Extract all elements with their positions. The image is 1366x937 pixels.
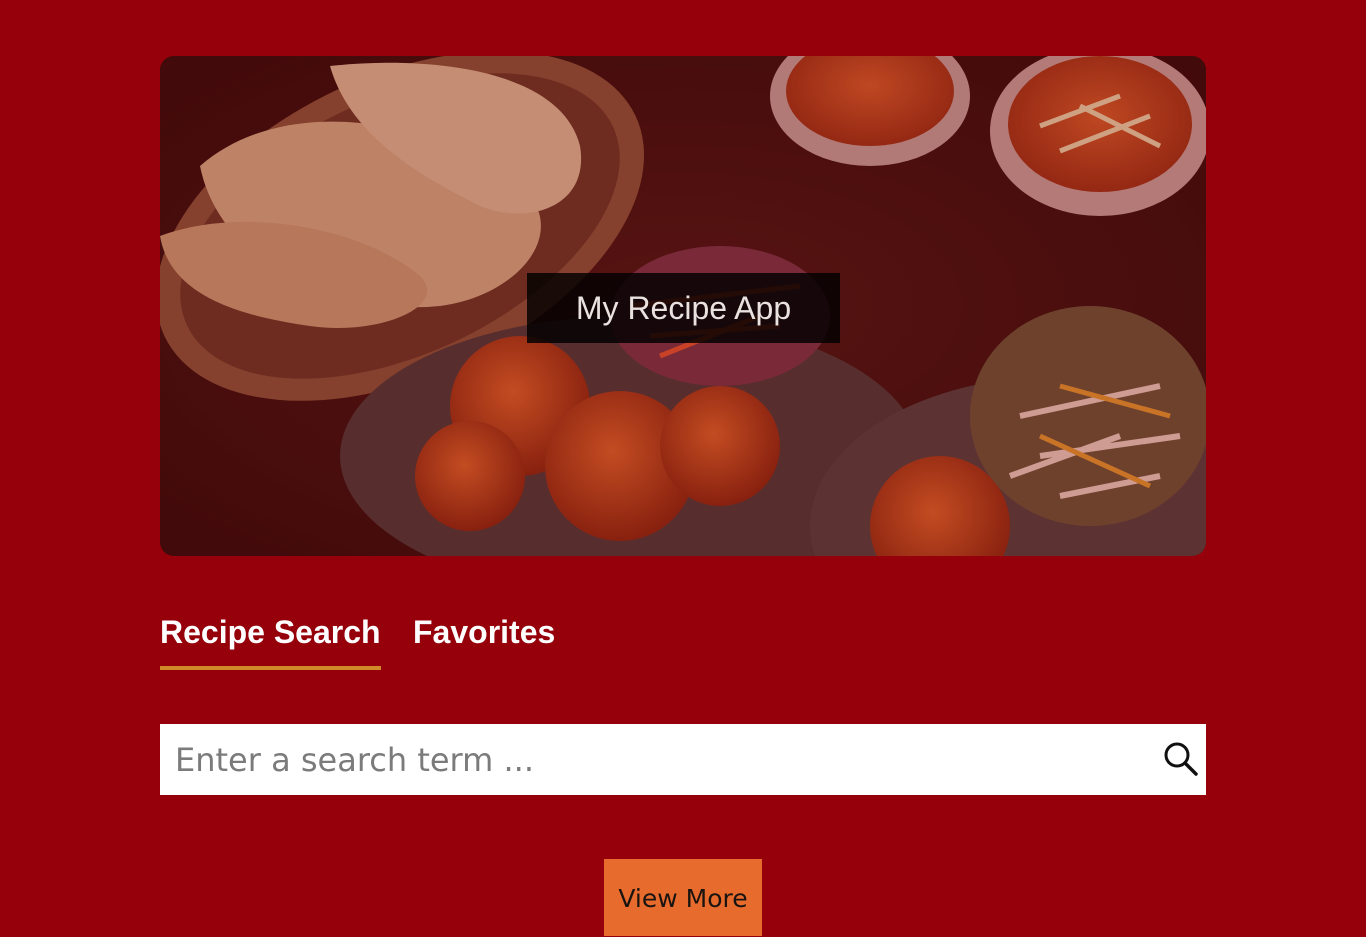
search-bar bbox=[160, 724, 1206, 795]
search-icon[interactable] bbox=[1162, 740, 1200, 778]
tab-favorites[interactable]: Favorites bbox=[413, 612, 555, 652]
tab-recipe-search[interactable]: Recipe Search bbox=[160, 612, 381, 652]
view-more-button[interactable]: View More bbox=[604, 859, 762, 936]
hero-banner: My Recipe App bbox=[160, 56, 1206, 556]
app-title: My Recipe App bbox=[527, 273, 840, 343]
search-input[interactable] bbox=[160, 724, 1140, 795]
active-tab-indicator bbox=[160, 666, 381, 670]
